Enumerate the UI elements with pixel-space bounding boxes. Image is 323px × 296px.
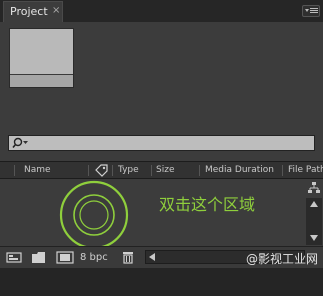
double-click-target-icon <box>59 180 129 250</box>
folder-icon[interactable] <box>31 251 47 264</box>
column-size[interactable]: Size <box>156 165 174 175</box>
trash-icon[interactable] <box>122 251 134 264</box>
column-media-duration[interactable]: Media Duration <box>205 165 274 175</box>
column-separator <box>88 165 89 176</box>
column-separator <box>112 165 113 176</box>
column-separator <box>151 165 152 176</box>
scroll-up-icon[interactable] <box>310 201 318 207</box>
interpret-footage-icon[interactable] <box>6 251 24 264</box>
column-file-path[interactable]: File Path <box>288 165 323 175</box>
column-separator <box>282 165 283 176</box>
tab-project[interactable]: Project × <box>3 1 63 22</box>
double-click-hint: 双击这个区域 <box>159 195 256 214</box>
scroll-left-icon[interactable] <box>149 253 155 261</box>
bit-depth-label[interactable]: 8 bpc <box>80 252 108 263</box>
column-separator <box>14 165 15 176</box>
project-items-area[interactable] <box>0 179 305 245</box>
label-tag-icon[interactable] <box>93 163 109 180</box>
scroll-down-icon[interactable] <box>310 235 318 241</box>
column-name[interactable]: Name <box>24 165 51 175</box>
column-header: Name Type Size Media Duration File Path <box>0 161 323 179</box>
panel-footer <box>0 268 323 296</box>
panel-menu-icon[interactable] <box>302 5 320 17</box>
search-icon <box>12 137 28 149</box>
watermark: @影视工业网 <box>245 252 318 266</box>
panel-tab-bar: Project × <box>0 0 323 22</box>
flowchart-icon[interactable] <box>307 181 321 195</box>
column-type[interactable]: Type <box>118 165 139 175</box>
thumbnail-strip <box>10 74 73 87</box>
close-icon[interactable]: × <box>52 5 60 17</box>
tab-project-label: Project <box>10 5 48 18</box>
search-input[interactable] <box>8 135 315 151</box>
thumbnail-preview <box>9 28 74 88</box>
project-panel: Project × Name Type Size Media Duration … <box>0 0 323 296</box>
vertical-scrollbar[interactable] <box>306 198 322 245</box>
composition-icon[interactable] <box>56 251 74 264</box>
column-separator <box>199 165 200 176</box>
